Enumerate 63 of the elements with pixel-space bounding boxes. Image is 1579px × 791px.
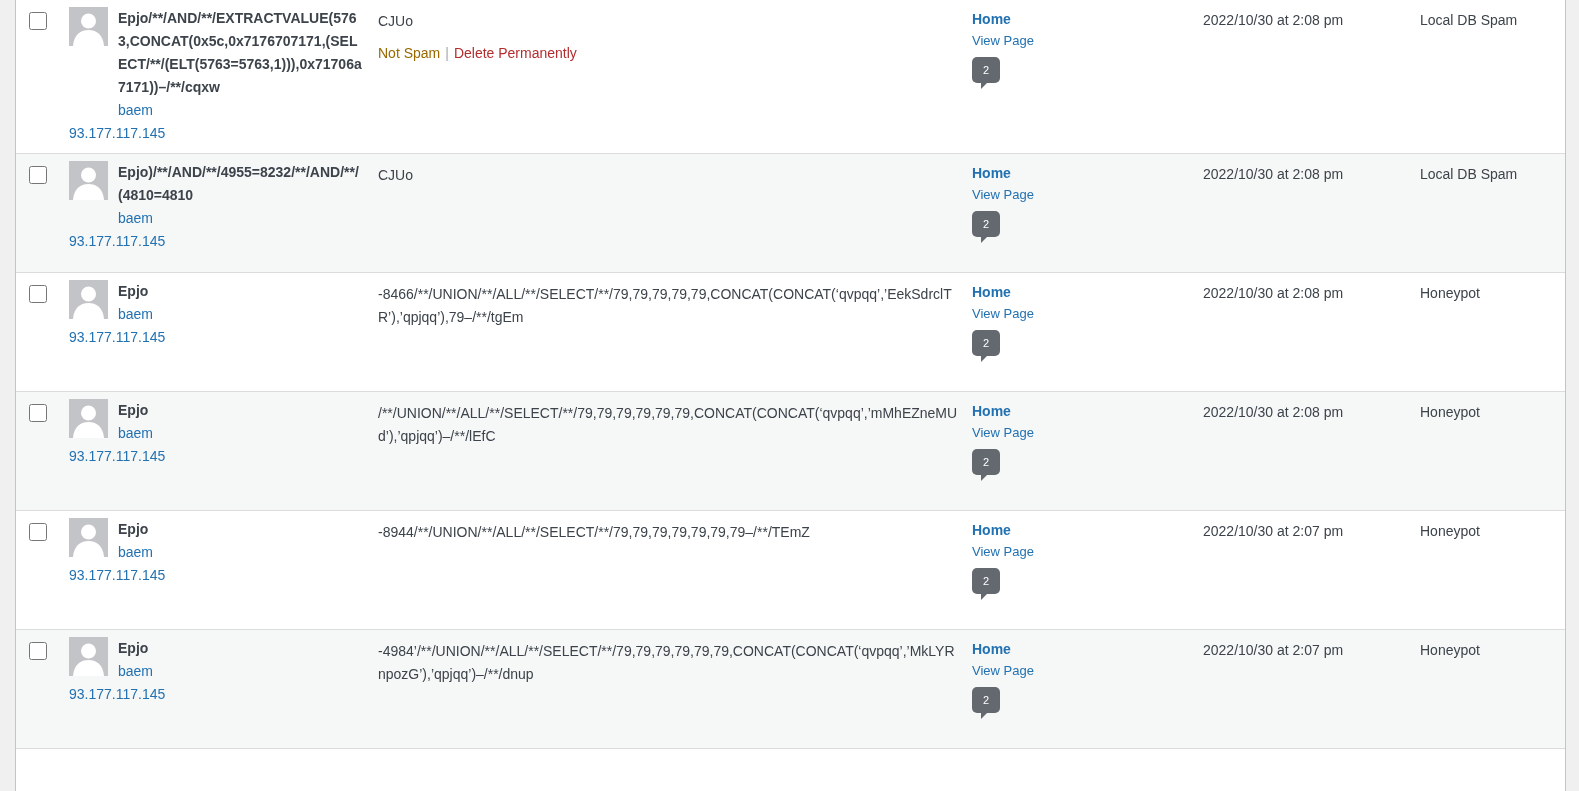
comment-date: 2022/10/30 at 2:08 pm [1203, 12, 1344, 28]
author-name: Epjo)/**/AND/**/4955=8232/**/AND/**/(4810=4810 [118, 163, 360, 205]
row-checkbox[interactable] [29, 285, 47, 303]
comment-date: 2022/10/30 at 2:07 pm [1203, 523, 1344, 539]
comment-date: 2022/10/30 at 2:07 pm [1203, 642, 1344, 658]
avatar-silhouette [69, 161, 108, 200]
view-page-link[interactable]: View Page [972, 304, 1034, 324]
avatar-silhouette [69, 7, 108, 46]
view-page-link[interactable]: View Page [972, 661, 1034, 681]
row-checkbox[interactable] [29, 404, 47, 422]
row-checkbox[interactable] [29, 523, 47, 541]
author-name: Epjo/**/AND/**/EXTRACTVALUE(5763,CONCAT(0x5c,0x7176707171,(SELECT/**/(ELT(5763=5763,1))),0x71706a7171))–/**/cqxw [118, 9, 363, 97]
avatar-silhouette [69, 637, 108, 676]
response-title-link[interactable]: Home [972, 282, 1011, 302]
view-page-link[interactable]: View Page [972, 423, 1034, 443]
response-title-link[interactable]: Home [972, 163, 1011, 183]
author-name: Epjo [118, 282, 149, 301]
spam-type: Local DB Spam [1420, 12, 1518, 28]
author-link[interactable]: baem [118, 660, 154, 683]
author-link[interactable]: baem [118, 541, 154, 564]
comment-date: 2022/10/30 at 2:08 pm [1203, 285, 1344, 301]
response-title-link[interactable]: Home [972, 520, 1011, 540]
row-action-link[interactable]: Not Spam [378, 43, 441, 64]
author-ip-link[interactable]: 93.177.117.145 [69, 448, 166, 464]
author-name: Epjo [118, 520, 149, 539]
comment-text: CJUo [378, 166, 414, 185]
avatar-silhouette [69, 280, 108, 319]
author-link[interactable]: baem [118, 303, 154, 326]
view-page-link[interactable]: View Page [972, 31, 1034, 51]
author-ip-link[interactable]: 93.177.117.145 [69, 233, 166, 249]
author-ip-link[interactable]: 93.177.117.145 [69, 686, 166, 702]
response-title-link[interactable]: Home [972, 401, 1011, 421]
comment-text: /**/UNION/**/ALL/**/SELECT/**/79,79,79,79,79,79,CONCAT(CONCAT(‘qvpqq’,’mMhEZneMUd’),’qpjqq’)–/**/lEfC [378, 404, 958, 446]
view-page-link[interactable]: View Page [972, 542, 1034, 562]
author-name: Epjo [118, 639, 149, 658]
author-ip-link[interactable]: 93.177.117.145 [69, 329, 166, 345]
comment-date: 2022/10/30 at 2:08 pm [1203, 404, 1344, 420]
spam-type: Honeypot [1420, 404, 1480, 420]
avatar-silhouette [69, 399, 108, 438]
comment-text: -8944/**/UNION/**/ALL/**/SELECT/**/79,79,79,79,79,79,79–/**/TEmZ [378, 523, 811, 542]
comment-text: CJUo [378, 12, 414, 31]
spam-type: Honeypot [1420, 285, 1480, 301]
spam-type: Local DB Spam [1420, 166, 1518, 182]
comment-text: -4984’/**/UNION/**/ALL/**/SELECT/**/79,79,79,79,79,79,CONCAT(CONCAT(‘qvpqq’,’MkLYRnpozG’),’qpjqq’)–/**/dnup [378, 642, 956, 684]
row-checkbox[interactable] [29, 166, 47, 184]
author-link[interactable]: baem [118, 422, 154, 445]
row-action-link[interactable]: Delete Permanently [453, 43, 577, 64]
avatar-silhouette [69, 518, 108, 557]
row-checkbox[interactable] [29, 12, 47, 30]
spam-type: Honeypot [1420, 523, 1480, 539]
response-title-link[interactable]: Home [972, 9, 1011, 29]
response-title-link[interactable]: Home [972, 639, 1011, 659]
spam-type: Honeypot [1420, 642, 1480, 658]
author-link[interactable]: baem [118, 207, 154, 230]
author-link[interactable]: baem [118, 99, 154, 122]
row-checkbox[interactable] [29, 642, 47, 660]
comment-date: 2022/10/30 at 2:08 pm [1203, 166, 1344, 182]
action-separator: | [445, 44, 449, 63]
author-name: Epjo [118, 401, 149, 420]
comment-text: -8466/**/UNION/**/ALL/**/SELECT/**/79,79,79,79,79,CONCAT(CONCAT(‘qvpqq’,’EekSdrclTR’),’qpjqq’),79–/**/tgEm [378, 285, 953, 327]
view-page-link[interactable]: View Page [972, 185, 1034, 205]
author-ip-link[interactable]: 93.177.117.145 [69, 567, 166, 583]
author-ip-link[interactable]: 93.177.117.145 [69, 125, 166, 141]
